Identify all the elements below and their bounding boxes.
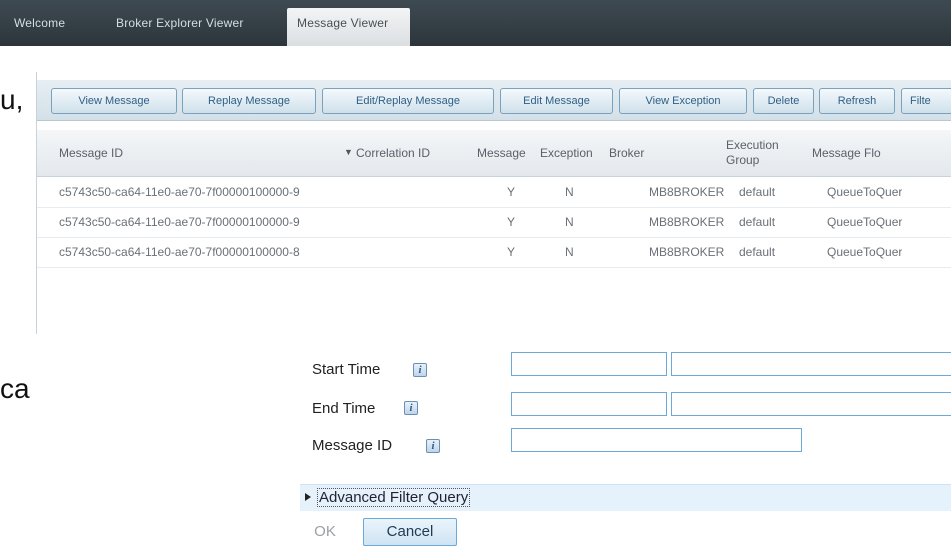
cell-message-flow: QueueToQuer [827, 215, 903, 229]
start-time-input[interactable] [671, 352, 951, 376]
message-id-label: Message ID [312, 437, 393, 454]
start-time-label: Start Time [312, 361, 381, 378]
replay-message-button[interactable]: Replay Message [182, 88, 316, 114]
column-header-correlation-id[interactable]: Correlation ID [356, 130, 430, 176]
table-row[interactable]: c5743c50-ca64-11e0-ae70-7f00000100000-9 … [37, 208, 951, 238]
start-date-input[interactable] [511, 352, 667, 376]
column-header-exception[interactable]: Exception [540, 130, 593, 176]
slide-text-fragment: ca [0, 373, 30, 404]
advanced-filter-query-label[interactable]: Advanced Filter Query [317, 488, 471, 507]
column-header-broker[interactable]: Broker [609, 130, 644, 176]
message-viewer-panel: View Message Replay Message Edit/Replay … [36, 72, 951, 334]
sort-descending-icon[interactable]: ▼ [344, 147, 353, 157]
cell-message: Y [507, 245, 516, 259]
end-date-input[interactable] [511, 392, 667, 416]
table-row[interactable]: c5743c50-ca64-11e0-ae70-7f00000100000-9 … [37, 178, 951, 208]
cell-execution-group: default [739, 215, 776, 229]
cell-broker: MB8BROKER [649, 215, 725, 229]
refresh-button[interactable]: Refresh [819, 88, 895, 114]
cell-exception: N [565, 215, 574, 229]
advanced-filter-query-toggle[interactable]: Advanced Filter Query [300, 484, 951, 511]
end-time-label: End Time [312, 400, 376, 417]
tab-message-viewer[interactable]: Message Viewer [287, 8, 410, 46]
cancel-button[interactable]: Cancel [363, 518, 457, 546]
cell-message-id: c5743c50-ca64-11e0-ae70-7f00000100000-8 [59, 245, 300, 259]
view-exception-button[interactable]: View Exception [619, 88, 747, 114]
table-header: Message ID ▼ Correlation ID Message Exce… [37, 130, 951, 177]
tab-bar: Welcome Broker Explorer Viewer Message V… [0, 0, 951, 46]
tab-broker-explorer-viewer[interactable]: Broker Explorer Viewer [116, 12, 244, 34]
cell-message: Y [507, 215, 516, 229]
expand-triangle-icon[interactable] [305, 493, 311, 501]
cell-message-id: c5743c50-ca64-11e0-ae70-7f00000100000-9 [59, 215, 300, 229]
view-message-button[interactable]: View Message [51, 88, 177, 114]
cell-broker: MB8BROKER [649, 185, 725, 199]
edit-replay-message-button[interactable]: Edit/Replay Message [322, 88, 494, 114]
info-icon[interactable]: i [404, 401, 418, 415]
slide-text-fragment: u, [0, 84, 24, 115]
info-icon[interactable]: i [426, 439, 440, 453]
column-header-execution-group[interactable]: Execution Group [726, 130, 786, 176]
edit-message-button[interactable]: Edit Message [500, 88, 613, 114]
cell-execution-group: default [739, 185, 776, 199]
table-row[interactable]: c5743c50-ca64-11e0-ae70-7f00000100000-8 … [37, 238, 951, 268]
delete-button[interactable]: Delete [753, 88, 814, 114]
column-header-message-flow[interactable]: Message Flo [812, 130, 881, 176]
cell-exception: N [565, 245, 574, 259]
cell-message-id: c5743c50-ca64-11e0-ae70-7f00000100000-9 [59, 185, 300, 199]
cell-execution-group: default [739, 245, 776, 259]
cell-message: Y [507, 185, 516, 199]
column-header-message-id[interactable]: Message ID [59, 130, 123, 176]
filter-button[interactable]: Filte [901, 88, 951, 114]
cell-message-flow: QueueToQuer [827, 185, 903, 199]
cell-broker: MB8BROKER [649, 245, 725, 259]
cell-message-flow: QueueToQuer [827, 245, 903, 259]
ok-button[interactable]: OK [302, 518, 348, 546]
info-icon[interactable]: i [413, 363, 427, 377]
toolbar: View Message Replay Message Edit/Replay … [37, 80, 951, 121]
message-id-input[interactable] [511, 428, 802, 452]
tab-welcome[interactable]: Welcome [14, 12, 65, 34]
column-header-message[interactable]: Message [477, 130, 526, 176]
end-time-input[interactable] [671, 392, 951, 416]
cell-exception: N [565, 185, 574, 199]
